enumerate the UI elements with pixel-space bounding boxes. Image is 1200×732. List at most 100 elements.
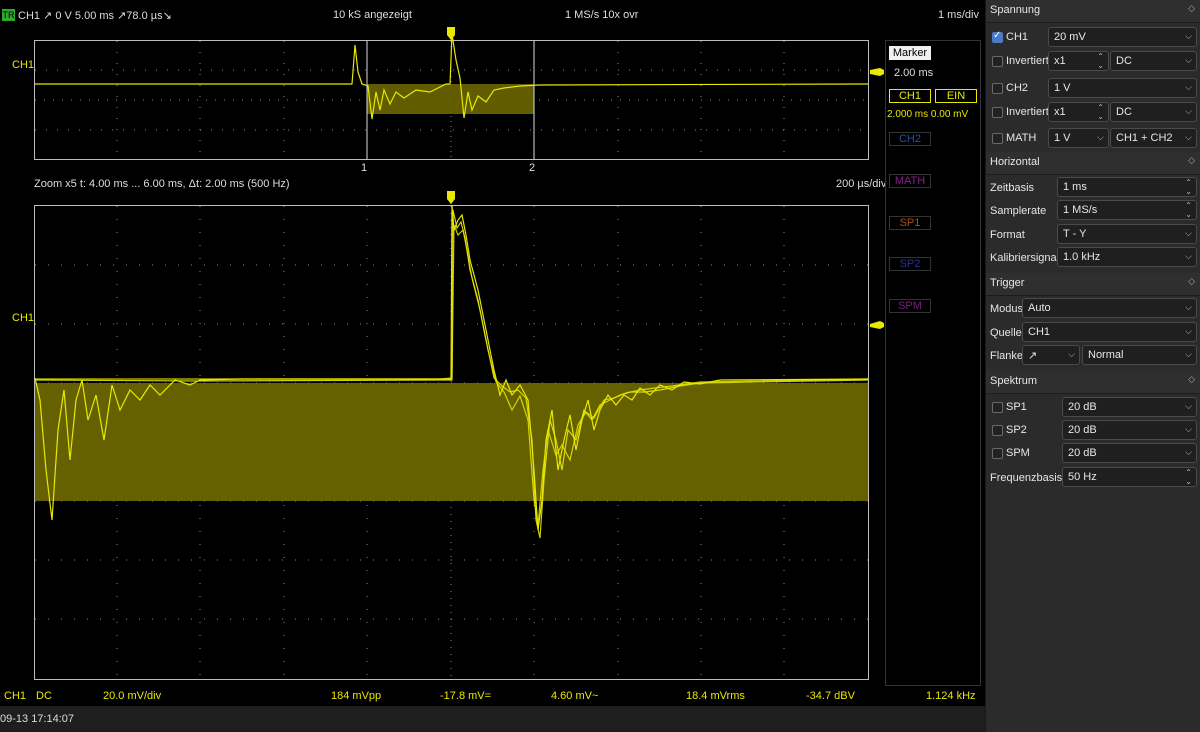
spin-arrows-icon: ⌃ ⌄	[1097, 52, 1104, 70]
scope-display[interactable]: TR CH1 ↗ 0 V 5.00 ms ↗78.0 µs↘ 10 kS ang…	[0, 0, 985, 706]
overview-trigger-marker	[447, 27, 455, 40]
modus-select[interactable]: Auto ⌵	[1022, 298, 1197, 318]
sp2-checkbox[interactable]	[992, 425, 1003, 436]
modus-value: Auto	[1028, 302, 1051, 314]
frequenzbasis-label: Frequenzbasis	[990, 472, 1063, 484]
ch1-label: CH1	[1006, 31, 1029, 43]
chevron-down-icon: ⌵	[1185, 424, 1192, 434]
kalibriersignal-select[interactable]: 1.0 kHz ⌵	[1057, 247, 1197, 267]
ch2-probe-spinbox[interactable]: x1 ⌃ ⌄	[1048, 102, 1109, 122]
ch1-probe-spinbox[interactable]: x1 ⌃ ⌄	[1048, 51, 1109, 71]
sp2-label: SP2	[1006, 424, 1027, 436]
ch1-volts-value: 20 mV	[1054, 31, 1086, 43]
ch1-probe-value: x1	[1054, 55, 1066, 67]
frequenzbasis-value: 50 Hz	[1068, 471, 1097, 483]
section-spektrum-header[interactable]: Spektrum ◇	[986, 371, 1200, 394]
zoom-trigger-marker	[447, 191, 455, 204]
format-value: T - Y	[1063, 228, 1087, 240]
chevron-down-icon: ⌵	[1185, 132, 1192, 142]
collapse-icon[interactable]: ◇	[1188, 3, 1195, 14]
section-trigger-header[interactable]: Trigger ◇	[986, 273, 1200, 296]
zeitbasis-spinbox[interactable]: 1 ms ⌃ ⌄	[1057, 177, 1197, 197]
sp2-select[interactable]: 20 dB ⌵	[1062, 420, 1197, 440]
chevron-down-icon: ⌵	[1185, 401, 1192, 411]
ch1-checkbox[interactable]	[992, 30, 1003, 43]
section-horizontal-header[interactable]: Horizontal ◇	[986, 152, 1200, 175]
waveform-canvas	[34, 27, 884, 679]
quelle-label: Quelle	[990, 327, 1022, 339]
zoom-fill-region	[35, 383, 868, 501]
status-vpp: 184 mVpp	[331, 690, 382, 702]
chevron-down-icon: ⌵	[1185, 302, 1192, 312]
chevron-down-icon: ⌵	[1185, 82, 1192, 92]
section-horizontal-title: Horizontal	[990, 156, 1040, 168]
ch1-volts-select[interactable]: 20 mV ⌵	[1048, 27, 1197, 47]
collapse-icon[interactable]: ◇	[1188, 155, 1195, 166]
chevron-down-icon: ⌵	[1185, 447, 1192, 457]
section-trigger-title: Trigger	[990, 277, 1025, 289]
chevron-down-icon: ⌵	[1185, 55, 1192, 65]
zeitbasis-value: 1 ms	[1063, 181, 1087, 193]
collapse-icon[interactable]: ◇	[1188, 374, 1195, 385]
sp2-value: 20 dB	[1068, 424, 1097, 436]
sp1-select[interactable]: 20 dB ⌵	[1062, 397, 1197, 417]
overview-level-marker	[870, 68, 884, 76]
chevron-down-icon: ⌵	[1185, 349, 1192, 359]
quelle-select[interactable]: CH1 ⌵	[1022, 322, 1197, 342]
ch2-volts-value: 1 V	[1054, 82, 1071, 94]
status-bar: 09-13 17:14:07	[0, 706, 985, 732]
spm-select[interactable]: 20 dB ⌵	[1062, 443, 1197, 463]
ch1-coupling-select[interactable]: DC ⌵	[1110, 51, 1197, 71]
spm-label: SPM	[1006, 447, 1030, 459]
ch2-probe-value: x1	[1054, 106, 1066, 118]
status-vdiv: 20.0 mV/div	[103, 690, 162, 702]
status-freq: 1.124 kHz	[926, 690, 976, 702]
section-spannung-title: Spannung	[990, 4, 1041, 16]
invert2-checkbox[interactable]	[992, 107, 1003, 118]
control-panel: Spannung ◇ CH1 20 mV ⌵ Invertiert x1 ⌃⌄ DC ⌵…	[985, 0, 1200, 732]
ch1-coupling-value: DC	[1116, 55, 1132, 67]
modus-label: Modus	[990, 303, 1024, 315]
sp1-checkbox[interactable]	[992, 402, 1003, 413]
ch2-checkbox[interactable]	[992, 83, 1003, 94]
status-ac: 4.60 mV~	[551, 690, 599, 702]
frequenzbasis-spinbox[interactable]: 50 Hz ⌃ ⌄	[1062, 467, 1197, 487]
chevron-down-icon: ⌵	[1185, 251, 1192, 261]
math-checkbox[interactable]	[992, 133, 1003, 144]
kalibriersignal-value: 1.0 kHz	[1063, 251, 1101, 263]
section-spektrum-title: Spektrum	[990, 375, 1038, 387]
invert2-label: Invertiert	[1006, 106, 1049, 118]
ch2-label: CH2	[1006, 82, 1029, 94]
spm-checkbox[interactable]	[992, 448, 1003, 459]
zeitbasis-label: Zeitbasis	[990, 182, 1035, 194]
status-channel: CH1	[4, 690, 27, 702]
format-select[interactable]: T - Y ⌵	[1057, 224, 1197, 244]
samplerate-label: Samplerate	[990, 205, 1047, 217]
flanke-edge-value: ↗	[1028, 350, 1038, 362]
invert1-label: Invertiert	[1006, 55, 1049, 67]
ch2-coupling-select[interactable]: DC ⌵	[1110, 102, 1197, 122]
spin-arrows-icon: ⌃ ⌄	[1185, 201, 1192, 219]
status-dbv: -34.7 dBV	[806, 690, 855, 702]
chevron-down-icon: ⌵	[1185, 326, 1192, 336]
ch2-volts-select[interactable]: 1 V ⌵	[1048, 78, 1197, 98]
flanke-edge-select[interactable]: ↗ ⌵	[1022, 345, 1080, 365]
zoom-level-marker	[870, 321, 884, 329]
spin-arrows-icon: ⌃ ⌄	[1097, 103, 1104, 121]
math-volts-select[interactable]: 1 V ⌵	[1048, 128, 1109, 148]
status-datetime: 09-13 17:14:07	[0, 713, 75, 725]
sp1-label: SP1	[1006, 401, 1027, 413]
invert1-checkbox[interactable]	[992, 56, 1003, 67]
status-rms: 18.4 mVrms	[686, 690, 745, 702]
section-spannung-header[interactable]: Spannung ◇	[986, 0, 1200, 23]
math-function-select[interactable]: CH1 + CH2 ⌵	[1110, 128, 1197, 148]
format-label: Format	[990, 229, 1025, 241]
status-mean: -17.8 mV=	[440, 690, 492, 702]
math-volts-value: 1 V	[1054, 132, 1071, 144]
collapse-icon[interactable]: ◇	[1188, 276, 1195, 287]
samplerate-spinbox[interactable]: 1 MS/s ⌃ ⌄	[1057, 200, 1197, 220]
spin-arrows-icon: ⌃ ⌄	[1185, 178, 1192, 196]
status-coupling: DC	[36, 690, 52, 702]
flanke-mode-select[interactable]: Normal ⌵	[1082, 345, 1197, 365]
math-label: MATH	[1006, 132, 1037, 144]
